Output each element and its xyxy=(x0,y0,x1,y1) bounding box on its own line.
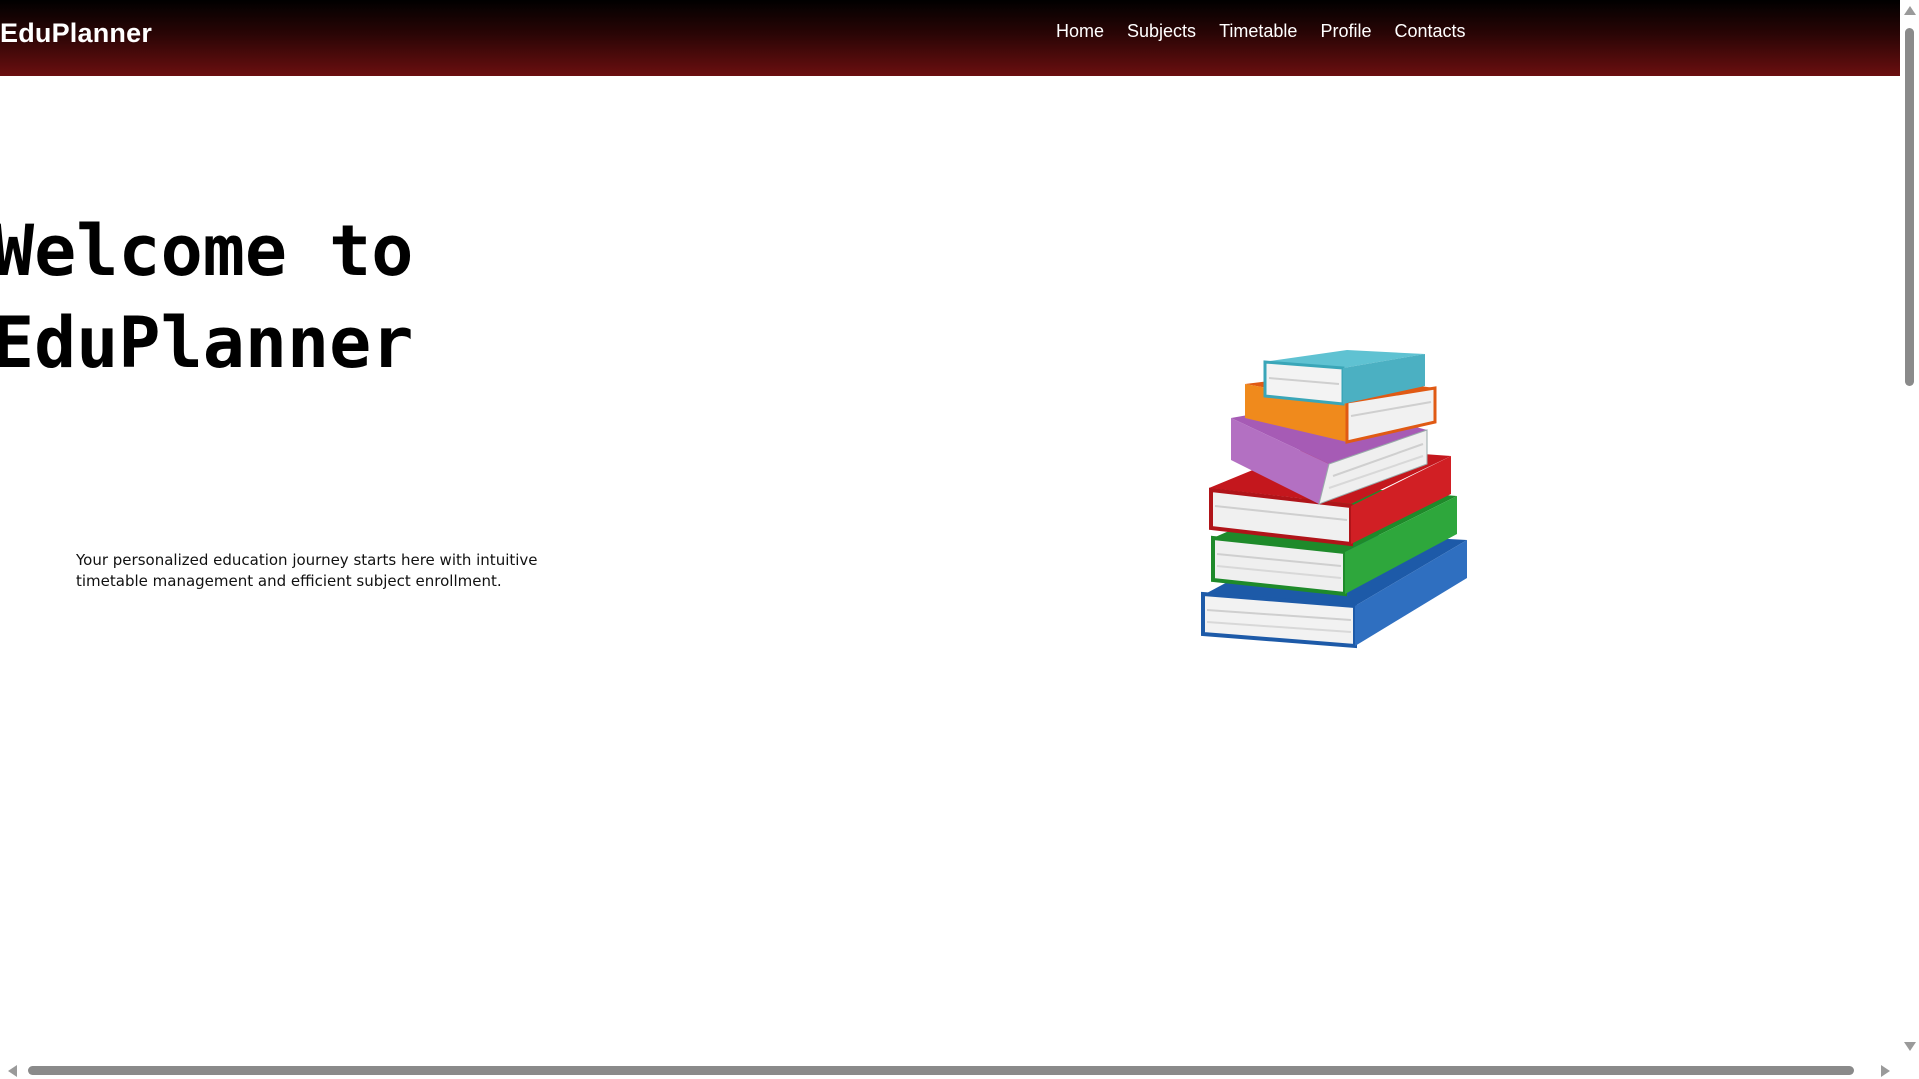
nav-link-profile[interactable]: Profile xyxy=(1320,21,1371,42)
hero-title: Welcome to EduPlanner xyxy=(0,210,414,384)
books-stack-image xyxy=(1201,350,1467,649)
scroll-right-arrow-icon[interactable] xyxy=(1881,1065,1890,1077)
brand-logo[interactable]: EduPlanner xyxy=(0,18,152,49)
vertical-scroll-thumb[interactable] xyxy=(1905,28,1914,386)
nav-link-contacts[interactable]: Contacts xyxy=(1394,21,1465,42)
nav-link-subjects[interactable]: Subjects xyxy=(1127,21,1196,42)
scroll-up-arrow-icon[interactable] xyxy=(1904,6,1916,15)
vertical-scrollbar[interactable] xyxy=(1900,0,1919,1061)
horizontal-scrollbar[interactable] xyxy=(0,1061,1900,1079)
scroll-left-arrow-icon[interactable] xyxy=(8,1065,17,1077)
nav-links: Home Subjects Timetable Profile Contacts xyxy=(1056,21,1489,42)
scroll-down-arrow-icon[interactable] xyxy=(1904,1042,1916,1051)
nav-link-home[interactable]: Home xyxy=(1056,21,1104,42)
hero-description: Your personalized education journey star… xyxy=(76,551,538,590)
horizontal-scroll-thumb[interactable] xyxy=(28,1066,1854,1075)
navbar: EduPlanner Home Subjects Timetable Profi… xyxy=(0,0,1900,76)
nav-link-timetable[interactable]: Timetable xyxy=(1219,21,1297,42)
scrollbar-corner xyxy=(1900,1061,1919,1079)
